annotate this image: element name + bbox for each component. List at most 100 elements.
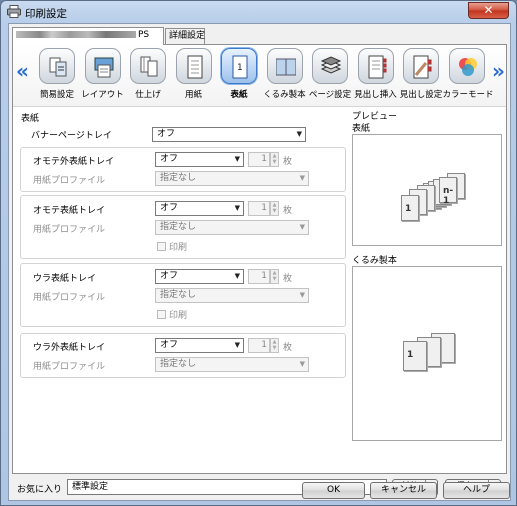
chevron-down-icon: ▼ (234, 155, 240, 163)
binding-page: 1 (403, 341, 427, 371)
cancel-button[interactable]: キャンセル (370, 482, 437, 499)
front-count[interactable]: 1 (248, 201, 270, 216)
cover-settings: 表紙 バナーページトレイ オフ ▼ オモテ外表紙トレイ オフ ▼ 1 ▲ ▼ 枚 用紙… (18, 112, 346, 468)
perfect-binding-icon (266, 48, 303, 84)
help-button[interactable]: ヘルプ (443, 482, 510, 499)
front-profile-value: 指定なし (160, 222, 197, 232)
chevron-down-icon: ▼ (234, 204, 240, 212)
dialog-footer: OK キャンセル ヘルプ (1, 479, 516, 505)
svg-text:1: 1 (237, 63, 243, 73)
chevron-down-icon: ▼ (234, 272, 240, 280)
back-outer-stepper[interactable]: ▲ ▼ (270, 338, 279, 353)
front-outer-unit: 枚 (283, 157, 293, 167)
front-outer-stepper[interactable]: ▲ ▼ (270, 152, 279, 167)
back-outer-tray-value: オフ (160, 340, 179, 350)
checkbox-box (157, 242, 166, 251)
checkbox-box (157, 310, 166, 319)
front-outer-count[interactable]: 1 (248, 152, 270, 167)
back-unit: 枚 (283, 274, 293, 284)
toolbar-item-label: 簡易設定 (39, 90, 74, 100)
toolbar-item-label: 見出し挿入 (354, 90, 397, 100)
binding-preview-box: 12n (352, 266, 502, 441)
category-toolbar: « 簡易設定 レイアウト 仕上げ 用紙 1 表紙 くるみ製本 ページ設定 見出し挿入 見出し設定カ… (13, 45, 506, 107)
chevron-down-icon: ▼ (296, 130, 302, 138)
back-outer-profile-value: 指定なし (160, 359, 197, 369)
front-outer-tray-value: オフ (160, 154, 179, 164)
front-stepper[interactable]: ▲ ▼ (270, 201, 279, 216)
close-button[interactable]: ✕ (468, 2, 509, 19)
toolbar-item-layout[interactable]: レイアウト (79, 48, 127, 104)
toolbar-item-tab-insert[interactable]: 見出し挿入 (352, 48, 400, 104)
cover-preview-box: 123n-1n (352, 134, 502, 246)
toolbar-item-label: 仕上げ (135, 90, 161, 100)
preview-page: 1 (401, 195, 419, 221)
scroll-right-button[interactable]: » (492, 59, 505, 83)
back-stepper[interactable]: ▲ ▼ (270, 269, 279, 284)
paper-icon (175, 48, 212, 84)
front-tray-select[interactable]: オフ ▼ (155, 201, 244, 216)
front-print-checkbox[interactable]: 印刷 (157, 240, 187, 253)
front-unit: 枚 (283, 206, 293, 216)
banner-tray-value: オフ (157, 129, 176, 139)
printer-icon (7, 5, 21, 18)
back-outer-profile-label: 用紙プロファイル (33, 362, 106, 372)
front-outer-tray-select[interactable]: オフ ▼ (155, 152, 244, 167)
chevron-down-icon: ▼ (299, 174, 305, 182)
back-outer-unit: 枚 (283, 343, 293, 353)
toolbar-item-cover[interactable]: 1 表紙 (215, 48, 263, 104)
section-title: 表紙 (21, 114, 40, 124)
back-profile-value: 指定なし (160, 290, 197, 300)
finishing-icon (130, 48, 166, 84)
chevron-down-icon: ▼ (234, 341, 240, 349)
toolbar-item-color-mode[interactable]: カラーモード (442, 48, 494, 104)
back-outer-count[interactable]: 1 (248, 338, 270, 353)
banner-tray-select[interactable]: オフ ▼ (152, 127, 306, 142)
front-profile-select[interactable]: 指定なし ▼ (155, 220, 309, 235)
chevron-down-icon: ▼ (299, 291, 305, 299)
color-mode-icon (448, 48, 485, 84)
preview-cover-label: 表紙 (352, 124, 371, 134)
toolbar-item-label: 表紙 (230, 90, 248, 100)
toolbar-item-tab-setting[interactable]: 見出し設定 (397, 48, 445, 104)
front-tray-value: オフ (160, 203, 179, 213)
dialog-client: PS 詳細設定 « 簡易設定 レイアウト 仕上げ 用紙 1 表紙 くるみ製本 ページ設定 見出し… (8, 23, 511, 501)
back-print-label: 印刷 (169, 311, 188, 321)
tab-advanced[interactable]: 詳細設定 (165, 28, 205, 44)
tab-insert-icon (357, 48, 394, 84)
banner-tray-label: バナーページトレイ (31, 131, 112, 141)
front-profile-label: 用紙プロファイル (33, 225, 106, 235)
front-outer-profile-select[interactable]: 指定なし ▼ (155, 171, 309, 186)
preview-area: プレビュー 表紙 123n-1n くるみ製本 12n (349, 112, 504, 468)
toolbar-item-quick-settings[interactable]: 簡易設定 (33, 48, 81, 104)
blurred-driver-name (16, 31, 136, 38)
back-profile-select[interactable]: 指定なし ▼ (155, 288, 309, 303)
front-tray-label: オモテ表紙トレイ (33, 206, 106, 216)
toolbar-item-label: 見出し設定 (399, 90, 443, 100)
toolbar-item-page-setting[interactable]: ページ設定 (306, 48, 354, 104)
back-tray-label: ウラ表紙トレイ (33, 274, 97, 284)
scroll-left-button[interactable]: « (16, 59, 29, 83)
toolbar-item-label: カラーモード (442, 90, 494, 100)
front-outer-profile-label: 用紙プロファイル (33, 176, 106, 186)
chevron-down-icon: ▼ (299, 223, 305, 231)
back-outer-group: ウラ外表紙トレイ オフ ▼ 1 ▲ ▼ 枚 用紙プロファイル 指定なし ▼ (20, 333, 346, 378)
back-cover-group: ウラ表紙トレイ オフ ▼ 1 ▲ ▼ 枚 用紙プロファイル 指定なし ▼ 印刷 (20, 263, 346, 327)
front-outer-group: オモテ外表紙トレイ オフ ▼ 1 ▲ ▼ 枚 用紙プロファイル 指定なし ▼ (20, 147, 346, 192)
back-outer-tray-select[interactable]: オフ ▼ (155, 338, 244, 353)
chevron-down-icon: ▼ (299, 360, 305, 368)
back-tray-select[interactable]: オフ ▼ (155, 269, 244, 284)
back-profile-label: 用紙プロファイル (33, 293, 106, 303)
toolbar-item-label: 用紙 (184, 90, 202, 100)
layout-icon (84, 48, 121, 84)
back-print-checkbox[interactable]: 印刷 (157, 308, 187, 321)
tab-driver[interactable]: PS (12, 27, 164, 45)
toolbar-item-paper[interactable]: 用紙 (170, 48, 218, 104)
quick-settings-icon (39, 48, 75, 84)
toolbar-item-label: ページ設定 (308, 90, 352, 100)
back-count[interactable]: 1 (248, 269, 270, 284)
toolbar-item-finishing[interactable]: 仕上げ (124, 48, 172, 104)
toolbar-item-label: くるみ製本 (263, 90, 306, 100)
toolbar-item-perfect-binding[interactable]: くるみ製本 (261, 48, 309, 104)
back-outer-profile-select[interactable]: 指定なし ▼ (155, 357, 309, 372)
ok-button[interactable]: OK (302, 482, 365, 499)
